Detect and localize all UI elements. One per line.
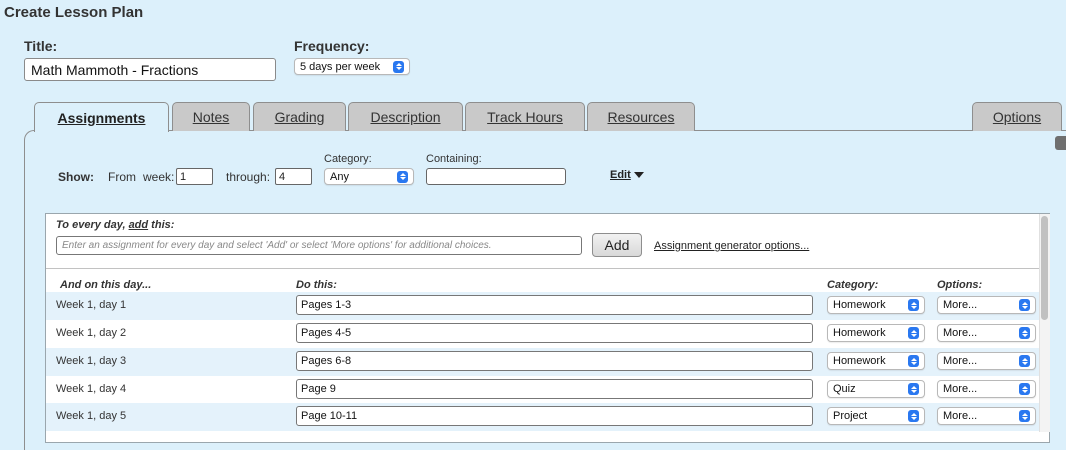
column-header-options: Options: xyxy=(937,279,983,291)
tab-track-hours[interactable]: Track Hours xyxy=(465,102,585,131)
frequency-label: Frequency: xyxy=(294,38,370,54)
column-header-do-this: Do this: xyxy=(296,279,337,291)
tab-assignments[interactable]: Assignments xyxy=(34,102,169,132)
chevron-updown-icon xyxy=(397,170,408,183)
row-category-select[interactable]: Project xyxy=(827,407,925,425)
row-category-select[interactable]: Quiz xyxy=(827,380,925,398)
row-day-label: Week 1, day 3 xyxy=(56,355,127,367)
row-day-label: Week 1, day 4 xyxy=(56,383,127,395)
frequency-select[interactable]: 5 days per week xyxy=(294,58,410,75)
row-day-label: Week 1, day 1 xyxy=(56,299,127,311)
category-filter-label: Category: xyxy=(324,153,372,165)
column-header-day: And on this day... xyxy=(60,279,152,291)
row-options-select[interactable]: More... xyxy=(937,352,1036,370)
category-filter-select[interactable]: Any xyxy=(324,168,414,185)
tab-grading[interactable]: Grading xyxy=(253,102,346,131)
week-label: week: xyxy=(143,170,175,184)
chevron-updown-icon xyxy=(908,383,919,395)
assignment-generator-link[interactable]: Assignment generator options... xyxy=(654,240,809,252)
show-label: Show: xyxy=(58,170,94,184)
through-label: through: xyxy=(226,170,271,184)
every-day-label: To every day, add this: xyxy=(56,219,175,231)
row-task-input[interactable]: Pages 4-5 xyxy=(296,323,813,343)
tab-description[interactable]: Description xyxy=(348,102,463,131)
column-header-category: Category: xyxy=(827,279,879,291)
row-task-input[interactable]: Page 9 xyxy=(296,379,813,399)
divider xyxy=(46,268,1039,269)
caret-down-icon xyxy=(633,172,644,179)
table-row: Week 1, day 5 Page 10-11 Project More... xyxy=(46,403,1039,431)
title-input[interactable]: Math Mammoth - Fractions xyxy=(24,58,276,81)
from-week-input[interactable]: 1 xyxy=(176,168,213,185)
row-task-input[interactable]: Pages 6-8 xyxy=(296,351,813,371)
table-row: Week 1, day 1 Pages 1-3 Homework More... xyxy=(46,292,1039,320)
chevron-updown-icon xyxy=(393,60,404,73)
row-category-select[interactable]: Homework xyxy=(827,352,925,370)
chevron-updown-icon xyxy=(1019,383,1030,395)
edit-label: Edit xyxy=(610,169,631,181)
chevron-updown-icon xyxy=(908,299,919,311)
every-day-input[interactable]: Enter an assignment for every day and se… xyxy=(56,236,582,255)
category-filter-value: Any xyxy=(330,170,349,183)
row-task-input[interactable]: Pages 1-3 xyxy=(296,295,813,315)
table-row: Week 1, day 4 Page 9 Quiz More... xyxy=(46,376,1039,404)
tab-options[interactable]: Options xyxy=(972,102,1062,131)
row-day-label: Week 1, day 2 xyxy=(56,327,127,339)
chevron-updown-icon xyxy=(1019,299,1030,311)
containing-input[interactable] xyxy=(426,168,566,185)
chevron-updown-icon xyxy=(1019,355,1030,367)
row-category-select[interactable]: Homework xyxy=(827,324,925,342)
frequency-value: 5 days per week xyxy=(300,60,381,73)
from-label: From xyxy=(108,170,136,184)
tab-resources[interactable]: Resources xyxy=(587,102,695,131)
row-category-select[interactable]: Homework xyxy=(827,296,925,314)
edit-menu-button[interactable]: Edit xyxy=(610,169,644,181)
containing-label: Containing: xyxy=(426,153,482,165)
page-title: Create Lesson Plan xyxy=(4,4,144,21)
chevron-updown-icon xyxy=(908,355,919,367)
row-options-select[interactable]: More... xyxy=(937,324,1036,342)
grid-scroll-thumb[interactable] xyxy=(1041,216,1048,320)
add-button[interactable]: Add xyxy=(592,233,642,257)
table-row: Week 1, day 3 Pages 6-8 Homework More... xyxy=(46,348,1039,376)
row-day-label: Week 1, day 5 xyxy=(56,410,127,422)
chevron-updown-icon xyxy=(908,327,919,339)
row-task-input[interactable]: Page 10-11 xyxy=(296,406,813,426)
chevron-updown-icon xyxy=(908,410,919,422)
row-options-select[interactable]: More... xyxy=(937,407,1036,425)
title-label: Title: xyxy=(24,38,58,54)
table-row: Week 1, day 2 Pages 4-5 Homework More... xyxy=(46,320,1039,348)
through-week-input[interactable]: 4 xyxy=(275,168,312,185)
row-options-select[interactable]: More... xyxy=(937,296,1036,314)
expand-icon[interactable] xyxy=(1055,136,1066,150)
tab-notes[interactable]: Notes xyxy=(172,102,250,131)
chevron-updown-icon xyxy=(1019,327,1030,339)
row-options-select[interactable]: More... xyxy=(937,380,1036,398)
chevron-updown-icon xyxy=(1019,410,1030,422)
